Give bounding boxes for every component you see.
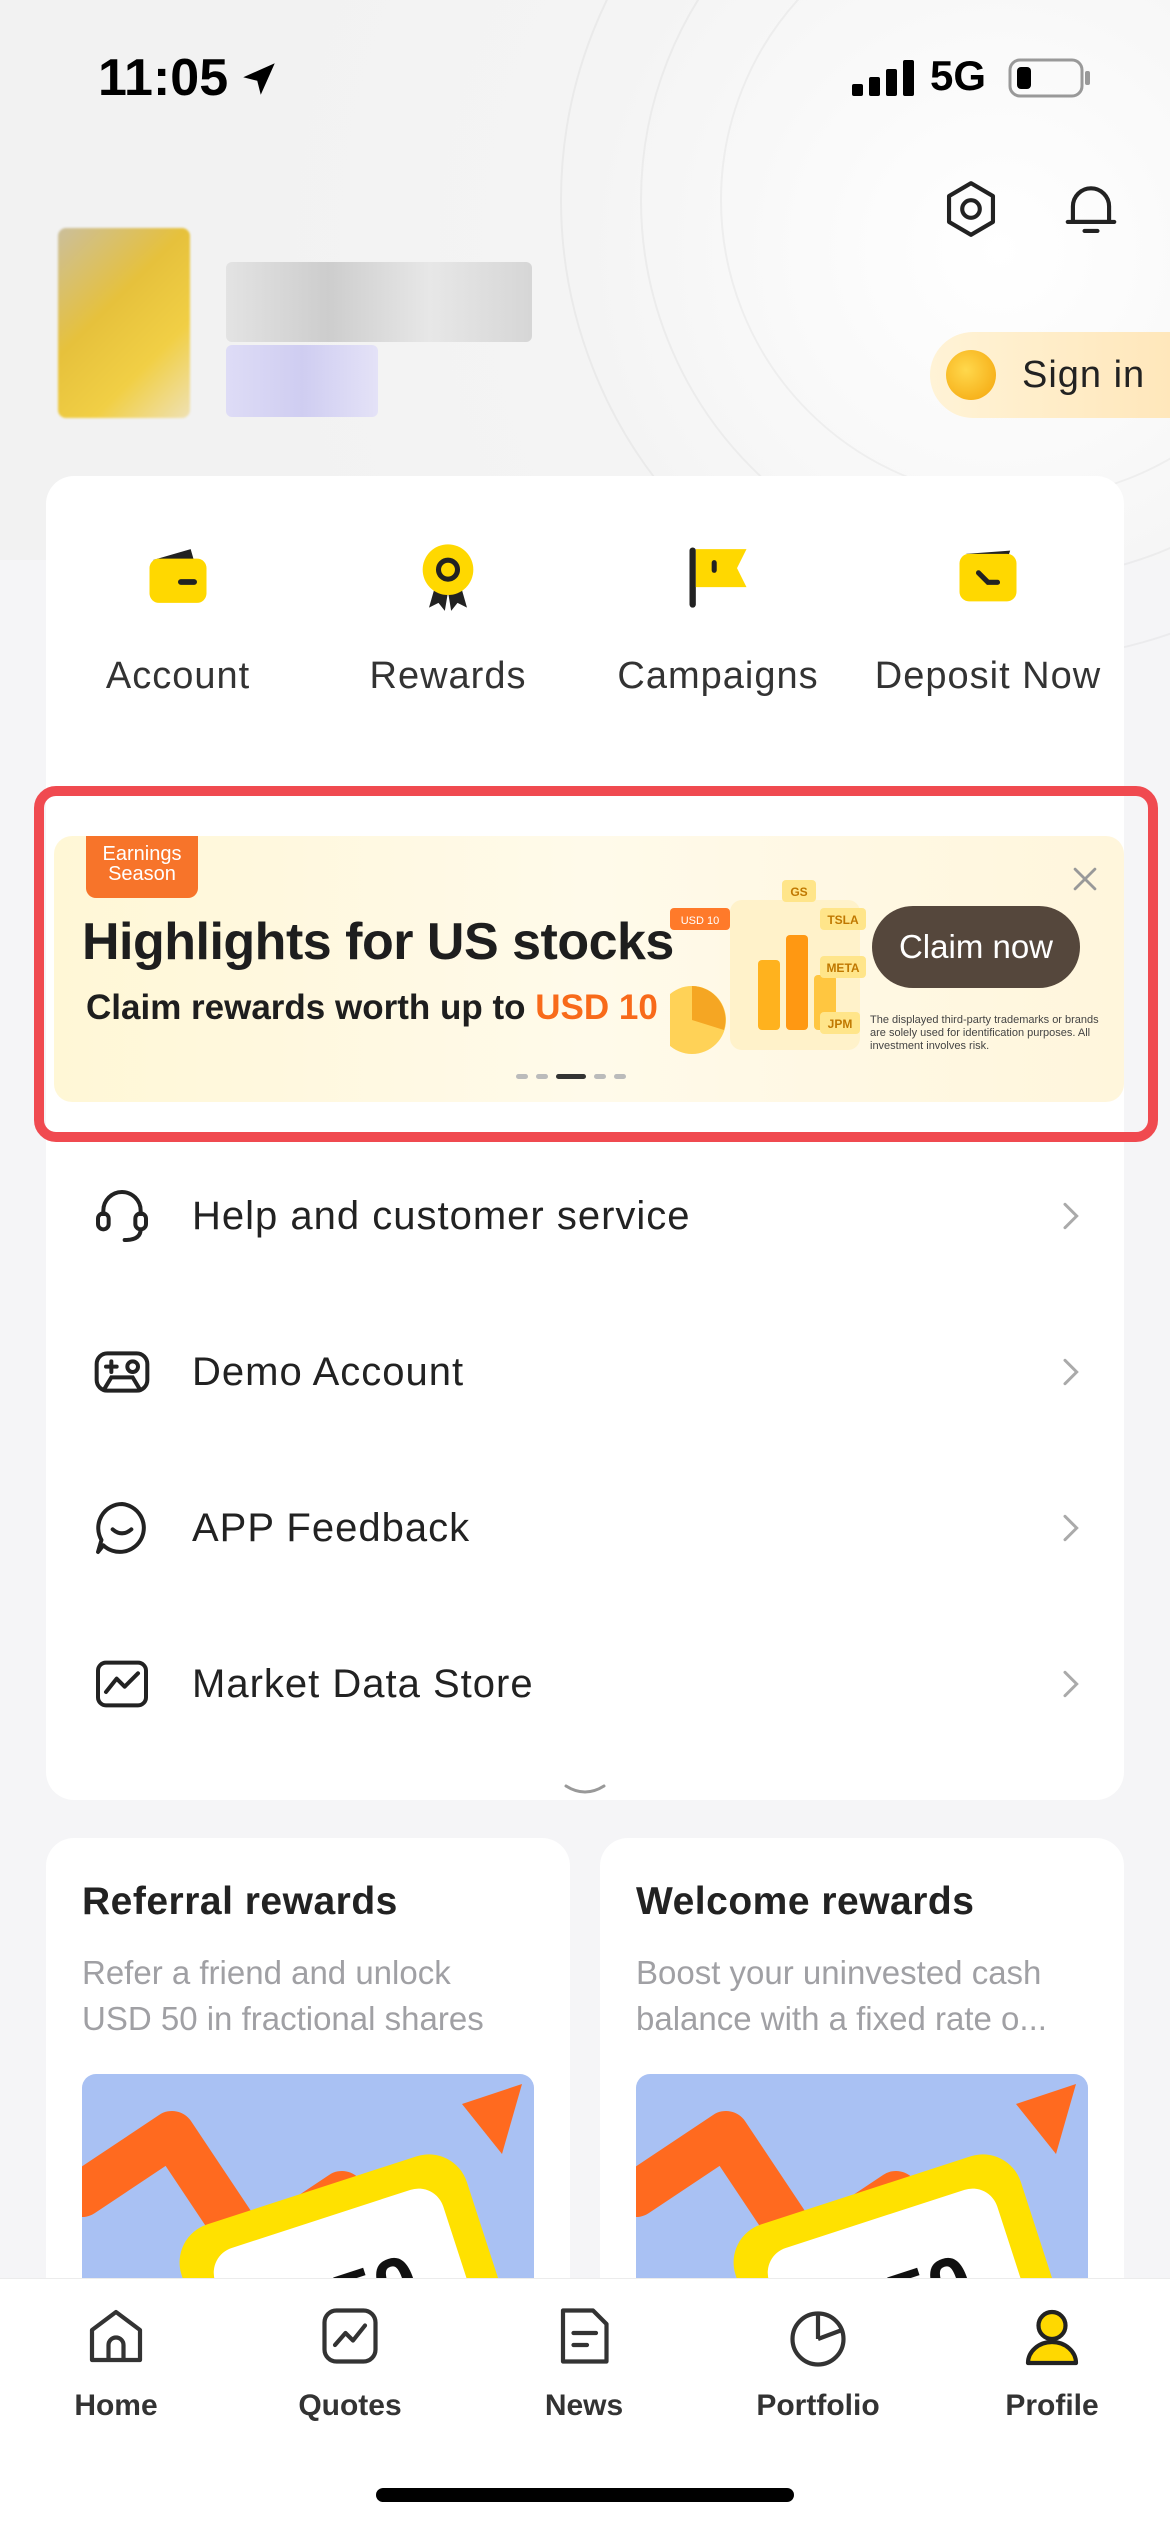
- wallet-icon: [149, 549, 207, 603]
- tab-label: Home: [74, 2389, 158, 2422]
- coin-icon: [946, 350, 996, 400]
- menu-row-label: Demo Account: [192, 1349, 465, 1394]
- battery-icon: [1008, 58, 1090, 98]
- menu-row-label: APP Feedback: [192, 1505, 471, 1550]
- chevron-right-icon: [1063, 1514, 1079, 1542]
- quick-action-account[interactable]: Account: [48, 528, 308, 698]
- chevron-right-icon: [1063, 1358, 1079, 1386]
- bell-icon[interactable]: [1060, 178, 1122, 240]
- quick-action-campaigns[interactable]: Campaigns: [588, 528, 848, 698]
- portfolio-icon: [790, 2311, 846, 2367]
- collapse-chevron-icon[interactable]: [560, 1780, 610, 1804]
- status-time: 11:05: [98, 49, 229, 107]
- sign-in-label: Sign in: [1022, 353, 1146, 396]
- tab-label: Portfolio: [756, 2389, 880, 2422]
- gamepad-icon: [94, 1351, 150, 1393]
- username-redacted: [226, 262, 532, 342]
- chevron-right-icon: [1063, 1202, 1079, 1230]
- cellular-signal-icon: [852, 60, 914, 96]
- banner-highlight-frame: [34, 786, 1158, 1142]
- flag-icon: [689, 547, 747, 608]
- menu-row-demo-account[interactable]: Demo Account: [90, 1322, 1090, 1422]
- tab-quotes[interactable]: Quotes: [260, 2300, 440, 2423]
- promo-description: Boost your uninvested cash: [636, 1954, 1042, 1991]
- promo-description: balance with a fixed rate o...: [636, 2000, 1047, 2037]
- quick-action-rewards[interactable]: Rewards: [318, 528, 578, 698]
- tab-label: News: [544, 2389, 624, 2422]
- home-icon: [89, 2309, 143, 2363]
- tab-news[interactable]: News: [494, 2300, 674, 2423]
- menu-row-market-data-store[interactable]: Market Data Store: [90, 1634, 1090, 1734]
- avatar[interactable]: [58, 228, 190, 418]
- menu-row-label: Market Data Store: [192, 1661, 534, 1706]
- headset-icon: [96, 1190, 148, 1242]
- chevron-right-icon: [1063, 1670, 1079, 1698]
- sign-in-button[interactable]: Sign in: [930, 332, 1170, 418]
- menu-row-label: Help and customer service: [192, 1193, 691, 1238]
- quick-action-label: Campaigns: [617, 655, 819, 697]
- menu-row-app-feedback[interactable]: APP Feedback: [90, 1478, 1090, 1578]
- deposit-icon: [959, 550, 1017, 602]
- feedback-icon: [96, 1502, 146, 1554]
- network-type: 5G: [930, 52, 987, 99]
- quick-action-label: Deposit Now: [874, 655, 1102, 697]
- location-arrow-icon: [243, 63, 275, 95]
- promo-description: USD 50 in fractional shares: [82, 2000, 484, 2037]
- chart-icon: [96, 1660, 148, 1708]
- settings-icon[interactable]: [940, 178, 1002, 240]
- quick-action-deposit[interactable]: Deposit Now: [858, 528, 1118, 698]
- quotes-icon: [322, 2308, 378, 2364]
- user-id-redacted: [226, 345, 378, 417]
- medal-icon: [422, 544, 474, 611]
- tab-home[interactable]: Home: [26, 2300, 206, 2423]
- promo-description: Refer a friend and unlock: [82, 1954, 451, 1991]
- tab-label: Profile: [1005, 2389, 1099, 2422]
- promo-title: Welcome rewards: [636, 1880, 975, 1923]
- status-bar: 11:05 5G: [0, 0, 1170, 150]
- quick-action-label: Account: [105, 655, 251, 697]
- profile-icon: [1025, 2309, 1079, 2366]
- tab-portfolio[interactable]: Portfolio: [728, 2300, 908, 2423]
- quick-action-label: Rewards: [369, 655, 527, 697]
- promo-title: Referral rewards: [82, 1880, 398, 1923]
- tab-profile[interactable]: Profile: [962, 2300, 1142, 2423]
- home-indicator[interactable]: [376, 2488, 794, 2502]
- news-icon: [560, 2308, 609, 2364]
- tab-label: Quotes: [298, 2389, 402, 2422]
- menu-row-help[interactable]: Help and customer service: [90, 1166, 1090, 1266]
